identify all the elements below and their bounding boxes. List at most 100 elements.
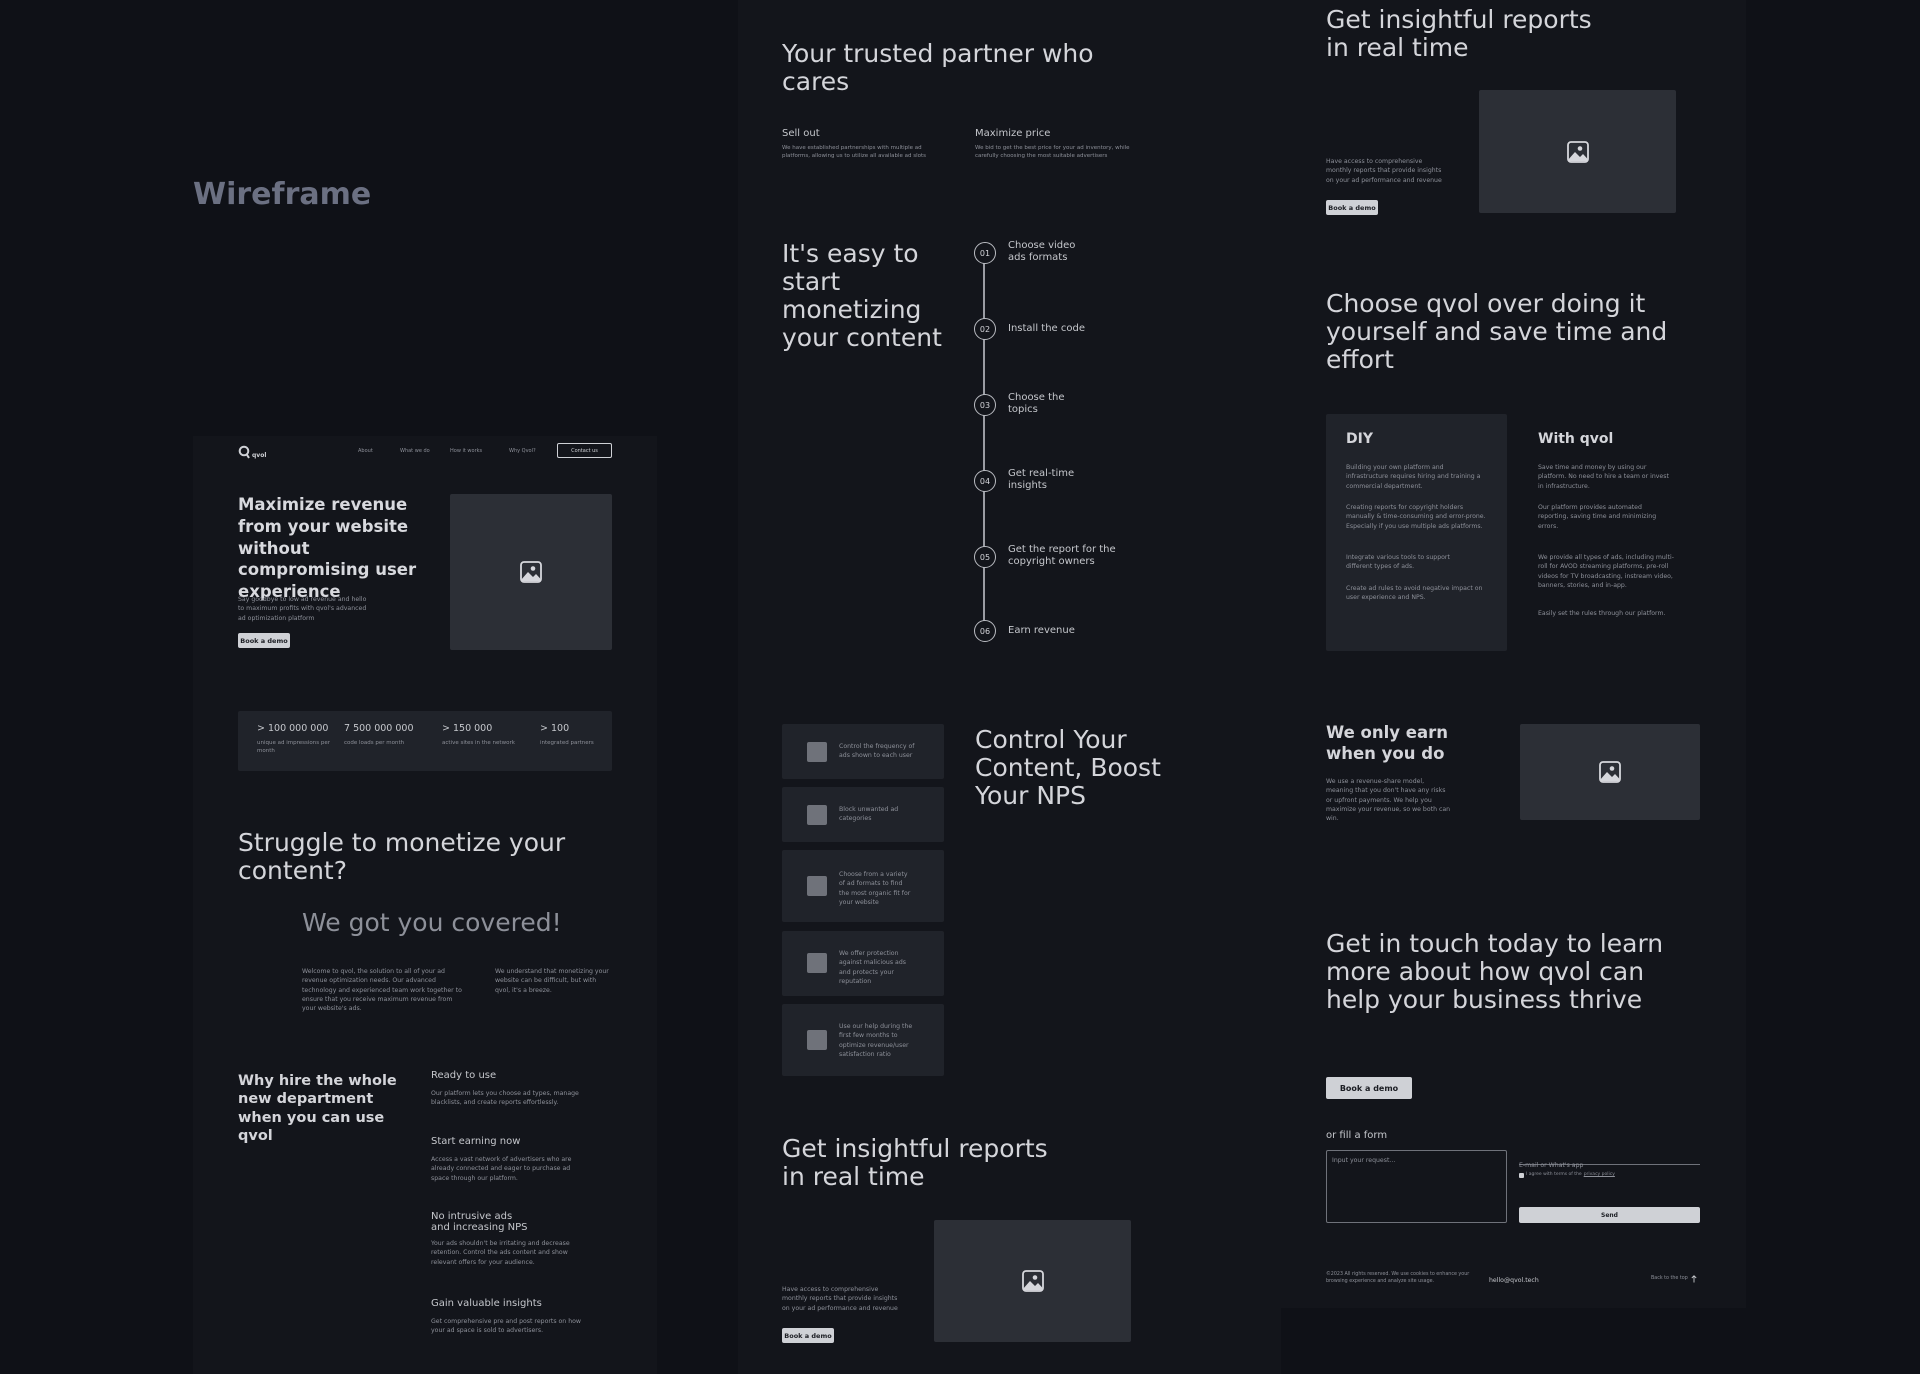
reports-image-placeholder <box>1479 90 1676 213</box>
send-button[interactable]: Send <box>1519 1207 1700 1223</box>
agree-text: I agree with terms of the <box>1526 1172 1582 1177</box>
stat-impressions: > 100 000 000 unique ad impressions per … <box>257 723 337 756</box>
back-to-top[interactable]: Back to the top <box>1651 1275 1697 1283</box>
stat-partners: > 100 integrated partners <box>540 723 610 747</box>
why-item-title: Start earning now <box>431 1136 521 1147</box>
email-label: E-mail or What's app <box>1519 1162 1584 1169</box>
step-number: 01 <box>974 242 996 264</box>
stat-value: > 150 000 <box>442 723 493 734</box>
footer-email-link[interactable]: hello@qvol.tech <box>1489 1276 1539 1285</box>
feature-icon <box>807 742 827 762</box>
qvol-column: With qvol Save time and money by using o… <box>1538 414 1688 651</box>
reports-text: Have access to comprehensive monthly rep… <box>782 1286 898 1312</box>
partner-title: Your trusted partner who cares <box>782 39 1094 96</box>
nav-link-why-qvol[interactable]: Why Qvol? <box>509 448 536 456</box>
partner-item-title: Sell out <box>782 128 820 139</box>
reports-book-demo-button[interactable]: Book a demo <box>782 1328 834 1343</box>
logo[interactable]: qvol <box>238 445 266 459</box>
control-title: Control Your Content, Boost Your NPS <box>975 725 1161 810</box>
why-item-text: Our platform lets you choose ad types, m… <box>431 1090 579 1107</box>
partner-item-title: Maximize price <box>975 128 1051 139</box>
qvol-item: We provide all types of ads, including m… <box>1538 554 1674 589</box>
logo-text: qvol <box>252 451 267 459</box>
privacy-policy-link[interactable]: privacy policy <box>1584 1172 1615 1179</box>
reports-image-placeholder <box>934 1220 1131 1342</box>
footer-copyright: ©2023 All rights reserved. We use cookie… <box>1326 1272 1470 1285</box>
struggle-subtitle: We got you covered! <box>302 908 562 937</box>
step-number: 05 <box>974 546 996 568</box>
stat-value: > 100 000 000 <box>257 723 329 734</box>
image-icon <box>1021 1270 1044 1292</box>
or-fill-form-label: or fill a form <box>1326 1130 1388 1141</box>
stat-code-loads: 7 500 000 000 code loads per month <box>344 723 424 747</box>
step-label: Install the code <box>1008 323 1085 334</box>
step-label: Choose the topics <box>1008 392 1065 415</box>
step-label: Get real-time insights <box>1008 468 1075 491</box>
choose-title: Choose qvol over doing it yourself and s… <box>1326 289 1668 374</box>
diy-item: Create ad rules to avoid negative impact… <box>1346 585 1483 602</box>
diy-title: DIY <box>1346 431 1373 447</box>
nav-bar: qvol About What we do How it works Why Q… <box>238 443 612 464</box>
reports-title: Get insightful reports in real time <box>782 1134 1048 1191</box>
feature-icon <box>807 876 827 896</box>
stat-value: 7 500 000 000 <box>344 723 414 734</box>
frame-homepage-part2: Your trusted partner who cares Sell out … <box>738 0 1281 1374</box>
earn-title: We only earn when you do <box>1326 723 1448 764</box>
step-number: 02 <box>974 318 996 340</box>
struggle-col2: We understand that monetizing your websi… <box>495 968 609 994</box>
nav-link-how-it-works[interactable]: How it works <box>450 448 482 456</box>
touch-title: Get in touch today to learn more about h… <box>1326 929 1664 1014</box>
control-card-frequency: Control the frequency of ads shown to ea… <box>782 724 944 779</box>
why-item-text: Your ads shouldn't be irritating and dec… <box>431 1240 570 1266</box>
reports-text: Have access to comprehensive monthly rep… <box>1326 158 1442 184</box>
qvol-item: Our platform provides automated reportin… <box>1538 504 1657 530</box>
nav-link-what-we-do[interactable]: What we do <box>400 448 430 456</box>
hero-text: Say goodbye to low ad revenue and hello … <box>238 596 367 622</box>
control-card-text: We offer protection against malicious ad… <box>839 950 906 985</box>
agree-checkbox[interactable] <box>1519 1172 1524 1178</box>
nav-link-about[interactable]: About <box>358 448 373 456</box>
struggle-col1: Welcome to qvol, the solution to all of … <box>302 968 462 1013</box>
partner-item-maximize-price: Maximize price We bid to get the best pr… <box>975 128 1140 161</box>
qvol-item: Save time and money by using our platfor… <box>1538 464 1669 490</box>
diy-item: Creating reports for copyright holders m… <box>1346 504 1486 530</box>
logo-icon <box>238 445 250 459</box>
diy-item: Building your own platform and infrastru… <box>1346 464 1481 490</box>
why-item-text: Get comprehensive pre and post reports o… <box>431 1318 581 1335</box>
reports-book-demo-button[interactable]: Book a demo <box>1326 200 1378 215</box>
partner-item-sell-out: Sell out We have established partnership… <box>782 128 942 161</box>
qvol-title: With qvol <box>1538 431 1614 447</box>
hero-image-placeholder <box>450 494 612 650</box>
earn-text: We use a revenue-share model, meaning th… <box>1326 778 1451 823</box>
why-title: Why hire the whole new department when y… <box>238 1073 397 1144</box>
step-number: 06 <box>974 620 996 642</box>
arrow-up-icon <box>1691 1275 1697 1283</box>
earn-image-placeholder <box>1520 724 1700 820</box>
control-card-text: Choose from a variety of ad formats to f… <box>839 871 911 906</box>
image-icon <box>1599 761 1621 783</box>
request-textarea[interactable]: Input your request... <box>1326 1150 1507 1223</box>
contact-us-button[interactable]: Contact us <box>557 443 612 458</box>
control-card-text: Use our help during the first few months… <box>839 1023 913 1058</box>
control-card-help: Use our help during the first few months… <box>782 1004 944 1076</box>
step-label: Get the report for the copyright owners <box>1008 544 1116 567</box>
reports-title: Get insightful reports in real time <box>1326 5 1592 62</box>
control-card-text: Control the frequency of ads shown to ea… <box>839 743 915 760</box>
feature-icon <box>807 805 827 825</box>
email-field[interactable]: E-mail or What's app <box>1519 1152 1700 1169</box>
frame-homepage-part3: Get insightful reports in real time Have… <box>1281 0 1746 1308</box>
stat-label: unique ad impressions per month <box>257 740 330 755</box>
easy-title: It's easy to start monetizing your conte… <box>782 239 942 352</box>
touch-book-demo-button[interactable]: Book a demo <box>1326 1077 1412 1099</box>
why-item-earning: Start earning now Access a vast network … <box>431 1136 581 1183</box>
frame-homepage-part1: qvol About What we do How it works Why Q… <box>193 436 657 1374</box>
step-label: Choose video ads formats <box>1008 240 1076 263</box>
control-card-text: Block unwanted ad categories <box>839 806 899 823</box>
why-item-no-intrusive: No intrusive ads and increasing NPS Your… <box>431 1211 581 1267</box>
privacy-agree[interactable]: I agree with terms of the privacy policy <box>1519 1172 1615 1179</box>
why-item-text: Access a vast network of advertisers who… <box>431 1156 572 1182</box>
control-card-protection: We offer protection against malicious ad… <box>782 931 944 996</box>
hero-book-demo-button[interactable]: Book a demo <box>238 633 290 648</box>
stat-label: integrated partners <box>540 740 594 746</box>
canvas-title: Wireframe <box>193 177 372 212</box>
